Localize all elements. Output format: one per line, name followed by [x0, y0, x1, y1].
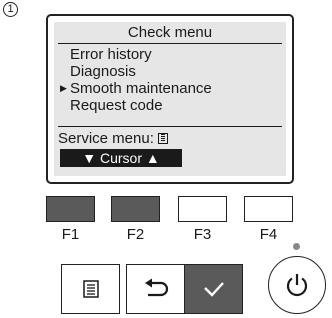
- return-icon: [144, 278, 168, 297]
- menu-item-label: Smooth maintenance: [70, 80, 212, 97]
- menu-button[interactable]: [61, 264, 120, 314]
- menu-item-label: Request code: [70, 97, 163, 114]
- f2-label: F2: [126, 226, 145, 243]
- title-divider: [58, 43, 282, 44]
- menu-icon: [157, 133, 168, 144]
- menu-icon: [82, 280, 99, 298]
- f2-button[interactable]: [111, 196, 160, 222]
- power-button[interactable]: [268, 256, 326, 314]
- return-button[interactable]: [126, 264, 185, 314]
- selection-arrow-icon: ▶: [60, 83, 67, 93]
- menu-item-request-code[interactable]: Request code: [58, 97, 212, 114]
- f1-label: F1: [61, 226, 80, 243]
- indicator-light: [293, 243, 300, 250]
- step-number-badge: 1: [3, 2, 18, 17]
- check-icon: [203, 282, 224, 297]
- power-icon: [286, 274, 308, 297]
- menu-item-label: Diagnosis: [70, 63, 136, 80]
- footer-divider: [58, 126, 282, 127]
- screen-title: Check menu: [127, 24, 213, 41]
- f3-button[interactable]: [178, 196, 227, 222]
- service-menu-label: Service menu:: [58, 130, 154, 147]
- lcd-display: Check menu Error history Diagnosis ▶ Smo…: [54, 22, 286, 176]
- f3-label: F3: [193, 226, 212, 243]
- f4-label: F4: [259, 226, 278, 243]
- confirm-button[interactable]: [184, 264, 243, 314]
- f1-button[interactable]: [46, 196, 95, 222]
- menu-item-error-history[interactable]: Error history: [58, 46, 212, 63]
- cursor-hint-bar: ▼ Cursor ▲: [60, 149, 182, 167]
- f4-button[interactable]: [244, 196, 293, 222]
- check-menu-list: Error history Diagnosis ▶ Smooth mainten…: [58, 46, 212, 114]
- menu-item-smooth-maintenance[interactable]: ▶ Smooth maintenance: [58, 80, 212, 97]
- menu-item-diagnosis[interactable]: Diagnosis: [58, 63, 212, 80]
- menu-item-label: Error history: [70, 46, 152, 63]
- lcd-screen: Check menu Error history Diagnosis ▶ Smo…: [46, 14, 294, 184]
- service-menu-hint: Service menu:: [58, 130, 168, 147]
